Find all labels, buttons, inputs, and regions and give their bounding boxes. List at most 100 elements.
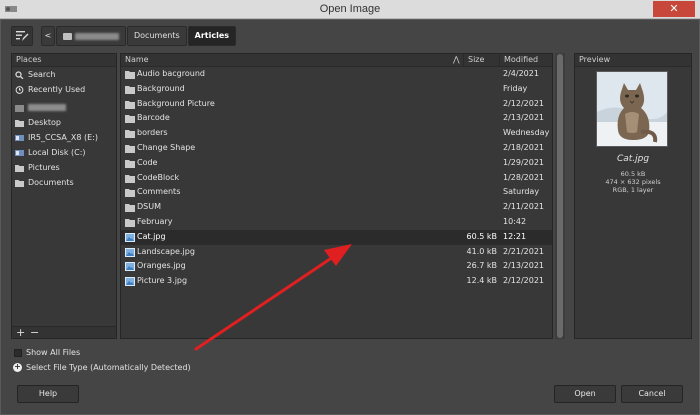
file-list-scrollbar[interactable]	[555, 53, 565, 339]
folder-icon	[125, 85, 135, 94]
places-header: Places	[12, 54, 116, 67]
preview-filename: Cat.jpg	[616, 154, 650, 164]
breadcrumb-articles[interactable]: Articles	[187, 26, 236, 46]
folder-row[interactable]: borders Wednesday	[121, 126, 552, 141]
folder-row[interactable]: Code 1/29/2021	[121, 156, 552, 171]
file-name: Audio bacground	[137, 69, 205, 78]
file-modified: 2/12/2021	[503, 276, 545, 286]
preview-mode: RGB, 1 layer	[612, 186, 654, 194]
home-icon	[15, 105, 24, 112]
places-actions: + −	[12, 326, 116, 339]
breadcrumb-documents[interactable]: Documents	[127, 26, 187, 46]
place-label: Pictures	[28, 163, 60, 172]
show-all-files-label[interactable]: Show All Files	[26, 348, 80, 357]
folder-row[interactable]: February 10:42	[121, 215, 552, 230]
file-name: Code	[137, 157, 158, 167]
folder-icon	[125, 130, 135, 139]
folder-row[interactable]: Barcode 2/13/2021	[121, 111, 552, 126]
place-label: Desktop	[28, 118, 61, 127]
file-name: CodeBlock	[137, 172, 180, 182]
drive-icon	[15, 150, 24, 156]
folder-icon	[125, 144, 135, 153]
place-documents[interactable]: Documents	[12, 175, 116, 190]
column-modified[interactable]: Modified	[499, 54, 538, 66]
redacted-username	[75, 32, 119, 40]
breadcrumb-home[interactable]	[56, 26, 126, 46]
place-label: Local Disk (C:)	[28, 148, 86, 157]
file-name: February	[137, 216, 173, 226]
cat-image	[597, 72, 667, 146]
redacted-username	[28, 104, 66, 111]
file-modified: 1/29/2021	[503, 157, 545, 167]
drive-icon	[15, 135, 24, 141]
file-name: Background Picture	[137, 98, 215, 108]
place-drive-c[interactable]: Local Disk (C:)	[12, 145, 116, 160]
folder-row[interactable]: Background Picture 2/12/2021	[121, 97, 552, 112]
folder-icon	[15, 120, 24, 127]
select-file-type-label[interactable]: Select File Type (Automatically Detected…	[26, 363, 191, 372]
open-button[interactable]: Open	[554, 385, 616, 403]
file-row[interactable]: Landscape.jpg 41.0 kB 2/21/2021	[121, 245, 552, 260]
file-size: 12.4 kB	[466, 276, 497, 286]
file-name: Comments	[137, 187, 181, 197]
add-bookmark-button[interactable]: +	[16, 326, 25, 339]
place-home[interactable]	[12, 100, 116, 115]
help-button[interactable]: Help	[17, 385, 79, 403]
scrollbar-thumb[interactable]	[557, 54, 563, 338]
cancel-button[interactable]: Cancel	[621, 385, 683, 403]
image-file-icon	[125, 232, 135, 242]
file-name: Change Shape	[137, 142, 196, 152]
home-folder-icon	[63, 32, 72, 40]
file-row[interactable]: Oranges.jpg 26.7 kB 2/13/2021	[121, 259, 552, 274]
show-all-files-checkbox[interactable]	[14, 349, 22, 357]
place-recently-used[interactable]: Recently Used	[12, 82, 116, 97]
file-modified: Wednesday	[503, 128, 550, 138]
preview-filesize: 60.5 kB	[620, 170, 646, 178]
folder-row[interactable]: Background Friday	[121, 82, 552, 97]
back-button[interactable]: <	[41, 26, 55, 46]
place-drive-e[interactable]: IR5_CCSA_X8 (E:)	[12, 130, 116, 145]
column-name[interactable]: Name	[125, 54, 149, 66]
folder-icon	[125, 71, 135, 79]
file-row[interactable]: Picture 3.jpg 12.4 kB 2/12/2021	[121, 274, 552, 289]
file-modified: 10:42	[503, 216, 527, 226]
file-row[interactable]: Cat.jpg 60.5 kB 12:21	[121, 229, 552, 245]
file-modified: Saturday	[503, 187, 540, 197]
folder-icon	[125, 100, 135, 109]
preview-panel: Preview Cat.jpg 60.5 kB 474 × 632 pixels…	[574, 53, 692, 339]
window-titlebar: Open Image ✕	[0, 0, 700, 19]
folder-row[interactable]: Audio bacground 2/4/2021	[121, 67, 552, 82]
image-file-icon	[125, 262, 135, 272]
place-label: Recently Used	[28, 85, 86, 94]
file-rows: Audio bacground 2/4/2021 Background Friday B…	[121, 67, 552, 289]
preview-header: Preview	[575, 54, 691, 67]
place-label: IR5_CCSA_X8 (E:)	[28, 133, 98, 142]
place-search[interactable]: Search	[12, 67, 116, 82]
image-file-icon	[125, 277, 135, 287]
search-icon	[15, 71, 24, 79]
place-desktop[interactable]: Desktop	[12, 115, 116, 130]
folder-row[interactable]: DSUM 2/11/2021	[121, 200, 552, 215]
file-type-expander[interactable]: +	[13, 363, 22, 372]
file-modified: 2/13/2021	[503, 113, 545, 123]
file-modified: 2/18/2021	[503, 142, 545, 152]
close-button[interactable]: ✕	[653, 1, 695, 17]
file-name: Oranges.jpg	[137, 261, 186, 271]
file-name: borders	[137, 128, 168, 138]
file-modified: 2/11/2021	[503, 202, 545, 212]
folder-row[interactable]: Comments Saturday	[121, 185, 552, 200]
file-name: Barcode	[137, 113, 170, 123]
place-label: Search	[28, 70, 56, 79]
type-location-button[interactable]	[11, 26, 33, 46]
sort-ascending-icon[interactable]: ⋀	[453, 54, 460, 66]
place-pictures[interactable]: Pictures	[12, 160, 116, 175]
folder-row[interactable]: CodeBlock 1/28/2021	[121, 171, 552, 186]
recent-icon	[15, 86, 24, 94]
folder-icon	[125, 174, 135, 183]
remove-bookmark-button[interactable]: −	[30, 326, 39, 339]
file-name: Picture 3.jpg	[137, 276, 188, 286]
folder-row[interactable]: Change Shape 2/18/2021	[121, 141, 552, 156]
breadcrumb: < Documents Articles	[41, 26, 236, 46]
file-name: Landscape.jpg	[137, 246, 195, 256]
column-size[interactable]: Size	[463, 54, 497, 66]
